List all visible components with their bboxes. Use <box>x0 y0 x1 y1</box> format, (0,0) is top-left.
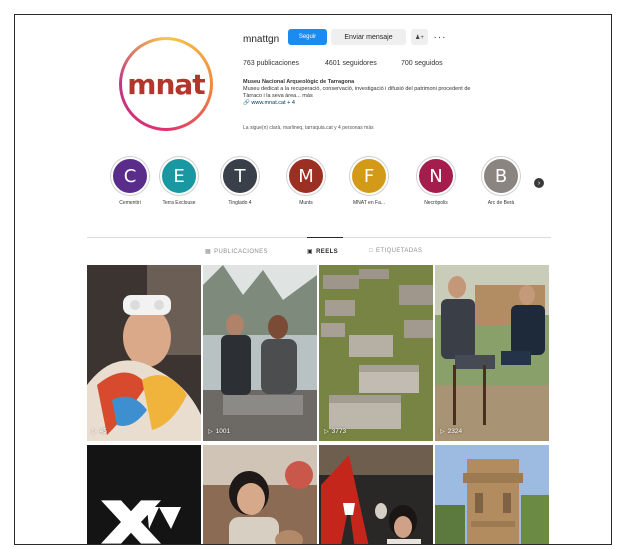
followed-by-text[interactable]: La sigue(n) clarà, marlineq, tarraquia.c… <box>243 125 374 131</box>
bio-line-1: Museu dedicat a la recuperació, conserva… <box>243 86 471 92</box>
avatar-inner: mnat <box>122 40 210 128</box>
reel-views: ▷ 1001 <box>208 428 230 435</box>
highlights-next-button[interactable]: › <box>534 178 544 188</box>
reel-tile[interactable] <box>319 445 433 544</box>
play-icon: ▷ <box>440 429 445 435</box>
profile-username: mnattgn <box>243 34 280 45</box>
highlight-cover: F <box>350 157 388 195</box>
suggested-accounts-button[interactable]: ♟+ <box>411 29 428 45</box>
reel-views: ▷ 2324 <box>440 428 462 435</box>
following-count[interactable]: 700 seguidos <box>401 60 443 67</box>
highlight-cover: B <box>482 157 520 195</box>
tab-publicaciones[interactable]: ▦ PUBLICACIONES <box>205 248 268 256</box>
tab-etiquetadas[interactable]: □ ETIQUETADAS <box>369 248 422 254</box>
play-icon: ▷ <box>324 429 329 435</box>
highlight-cover: T <box>221 157 259 195</box>
play-icon: ▷ <box>92 429 97 435</box>
instagram-profile-window: mnat mnattgn Seguir Enviar mensaje ♟+ ··… <box>14 14 612 545</box>
reels-icon: ▣ <box>307 249 314 255</box>
reel-tile[interactable]: ▷ 3773 <box>319 265 433 441</box>
follow-button[interactable]: Seguir <box>288 29 327 45</box>
highlight-cover: M <box>287 157 325 195</box>
view-count: 3773 <box>331 428 347 435</box>
followers-count[interactable]: 4601 seguidores <box>325 60 377 67</box>
highlight-label: MNAT en Fa... <box>352 200 386 206</box>
reel-thumbnail <box>203 265 317 441</box>
reel-thumbnail <box>435 445 549 544</box>
highlight-cover: E <box>160 157 198 195</box>
highlight-item[interactable]: B Arc de Berà <box>472 157 530 206</box>
bio-name: Museu Nacional Arqueològic de Tarragona <box>243 79 355 85</box>
highlight-label: Terra Exclouse <box>162 200 196 206</box>
avatar-logo-text: mnat <box>127 67 205 101</box>
tab-reels[interactable]: ▣ REELS <box>307 248 339 256</box>
posts-count: 763 publicaciones <box>243 60 300 67</box>
reel-thumbnail <box>435 265 549 441</box>
link-icon: 🔗 <box>243 100 250 106</box>
more-options-button[interactable]: ··· <box>433 29 447 45</box>
bio-line-2[interactable]: Tàrraco i la seva àrea... más <box>243 93 313 100</box>
highlight-item[interactable]: M Munts <box>277 157 335 206</box>
highlight-item[interactable]: T Tinglado 4 <box>211 157 269 206</box>
view-count: 45 <box>99 428 107 435</box>
play-icon: ▷ <box>208 429 213 435</box>
highlight-label: Munts <box>299 200 313 206</box>
reel-thumbnail <box>319 265 433 441</box>
reel-thumbnail <box>319 445 433 544</box>
grid-icon: ▦ <box>205 249 212 255</box>
reel-thumbnail <box>203 445 317 544</box>
tagged-icon: □ <box>369 248 374 254</box>
active-tab-indicator <box>307 237 343 238</box>
highlight-item[interactable]: F MNAT en Fa... <box>340 157 398 206</box>
bio-link[interactable]: 🔗 www.mnat.cat + 4 <box>243 100 295 107</box>
view-count: 2324 <box>447 428 463 435</box>
reel-tile[interactable] <box>203 445 317 544</box>
profile-avatar[interactable]: mnat <box>119 37 213 131</box>
tab-label: PUBLICACIONES <box>214 248 268 255</box>
reel-views: ▷ 3773 <box>324 428 346 435</box>
reel-tile[interactable] <box>87 445 201 544</box>
bio-link-text: www.mnat.cat + 4 <box>251 100 295 106</box>
highlight-cover: N <box>417 157 455 195</box>
highlight-item[interactable]: N Necròpolis <box>407 157 465 206</box>
reel-tile[interactable]: ▷ 1001 <box>203 265 317 441</box>
reel-views: ▷ 45 <box>92 428 107 435</box>
more-icon: ··· <box>433 31 447 43</box>
reel-tile[interactable]: ▷ 2324 <box>435 265 549 441</box>
reel-thumbnail <box>87 265 201 441</box>
view-count: 1001 <box>215 428 231 435</box>
highlight-label: Necròpolis <box>424 200 448 206</box>
reel-tile[interactable] <box>435 445 549 544</box>
send-message-button[interactable]: Enviar mensaje <box>331 29 406 45</box>
reel-thumbnail <box>87 445 201 544</box>
highlight-label: Tinglado 4 <box>228 200 252 206</box>
tab-label: REELS <box>316 248 339 255</box>
highlight-item[interactable]: E Terra Exclouse <box>150 157 208 206</box>
person-add-icon: ♟+ <box>415 34 424 41</box>
highlight-label: Arc de Berà <box>487 200 515 206</box>
tab-label: ETIQUETADAS <box>376 248 423 254</box>
chevron-right-icon: › <box>537 179 541 187</box>
reels-grid: ▷ 45 ▷ 1001 ▷ 3773 ▷ 2324 <box>87 265 551 544</box>
highlight-cover: C <box>111 157 149 195</box>
reel-tile[interactable]: ▷ 45 <box>87 265 201 441</box>
